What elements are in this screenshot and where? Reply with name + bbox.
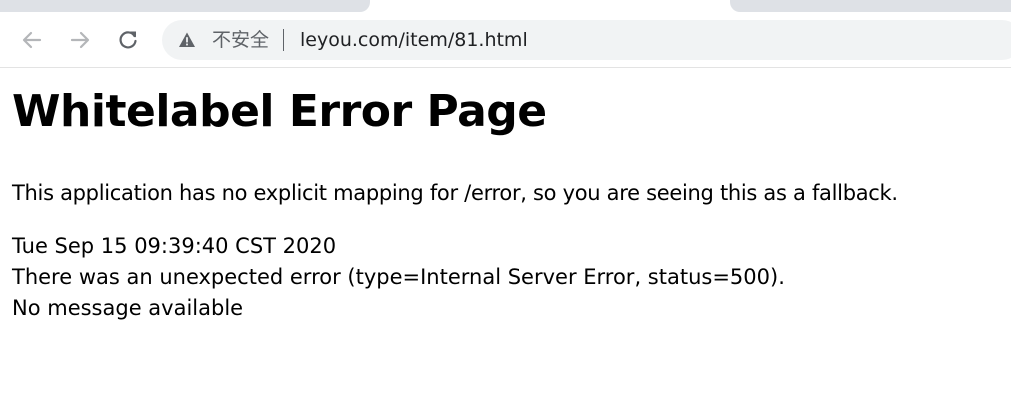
omnibox-separator (283, 29, 284, 51)
error-message: No message available (12, 296, 244, 320)
warning-triangle-icon[interactable] (178, 31, 196, 49)
tab-inactive-right[interactable] (730, 0, 1011, 12)
reload-button[interactable] (114, 26, 142, 54)
error-details: Tue Sep 15 09:39:40 CST 2020 There was a… (12, 231, 1007, 324)
page-content: Whitelabel Error Page This application h… (12, 84, 1007, 324)
address-bar[interactable]: 不安全 leyou.com/item/81.html (162, 20, 1011, 60)
page-title: Whitelabel Error Page (12, 86, 547, 137)
tab-strip (0, 0, 1011, 14)
fallback-description: This application has no explicit mapping… (12, 181, 898, 205)
back-button[interactable] (18, 26, 46, 54)
url-text[interactable]: leyou.com/item/81.html (300, 28, 528, 52)
arrow-forward-icon (70, 31, 90, 49)
reload-icon (119, 31, 137, 49)
error-type-status: There was an unexpected error (type=Inte… (12, 265, 785, 289)
forward-button[interactable] (66, 26, 94, 54)
browser-toolbar: 不安全 leyou.com/item/81.html (0, 0, 1011, 68)
arrow-back-icon (22, 31, 42, 49)
error-timestamp: Tue Sep 15 09:39:40 CST 2020 (12, 234, 337, 258)
security-label[interactable]: 不安全 (212, 28, 269, 52)
tab-inactive-left[interactable] (0, 0, 370, 12)
